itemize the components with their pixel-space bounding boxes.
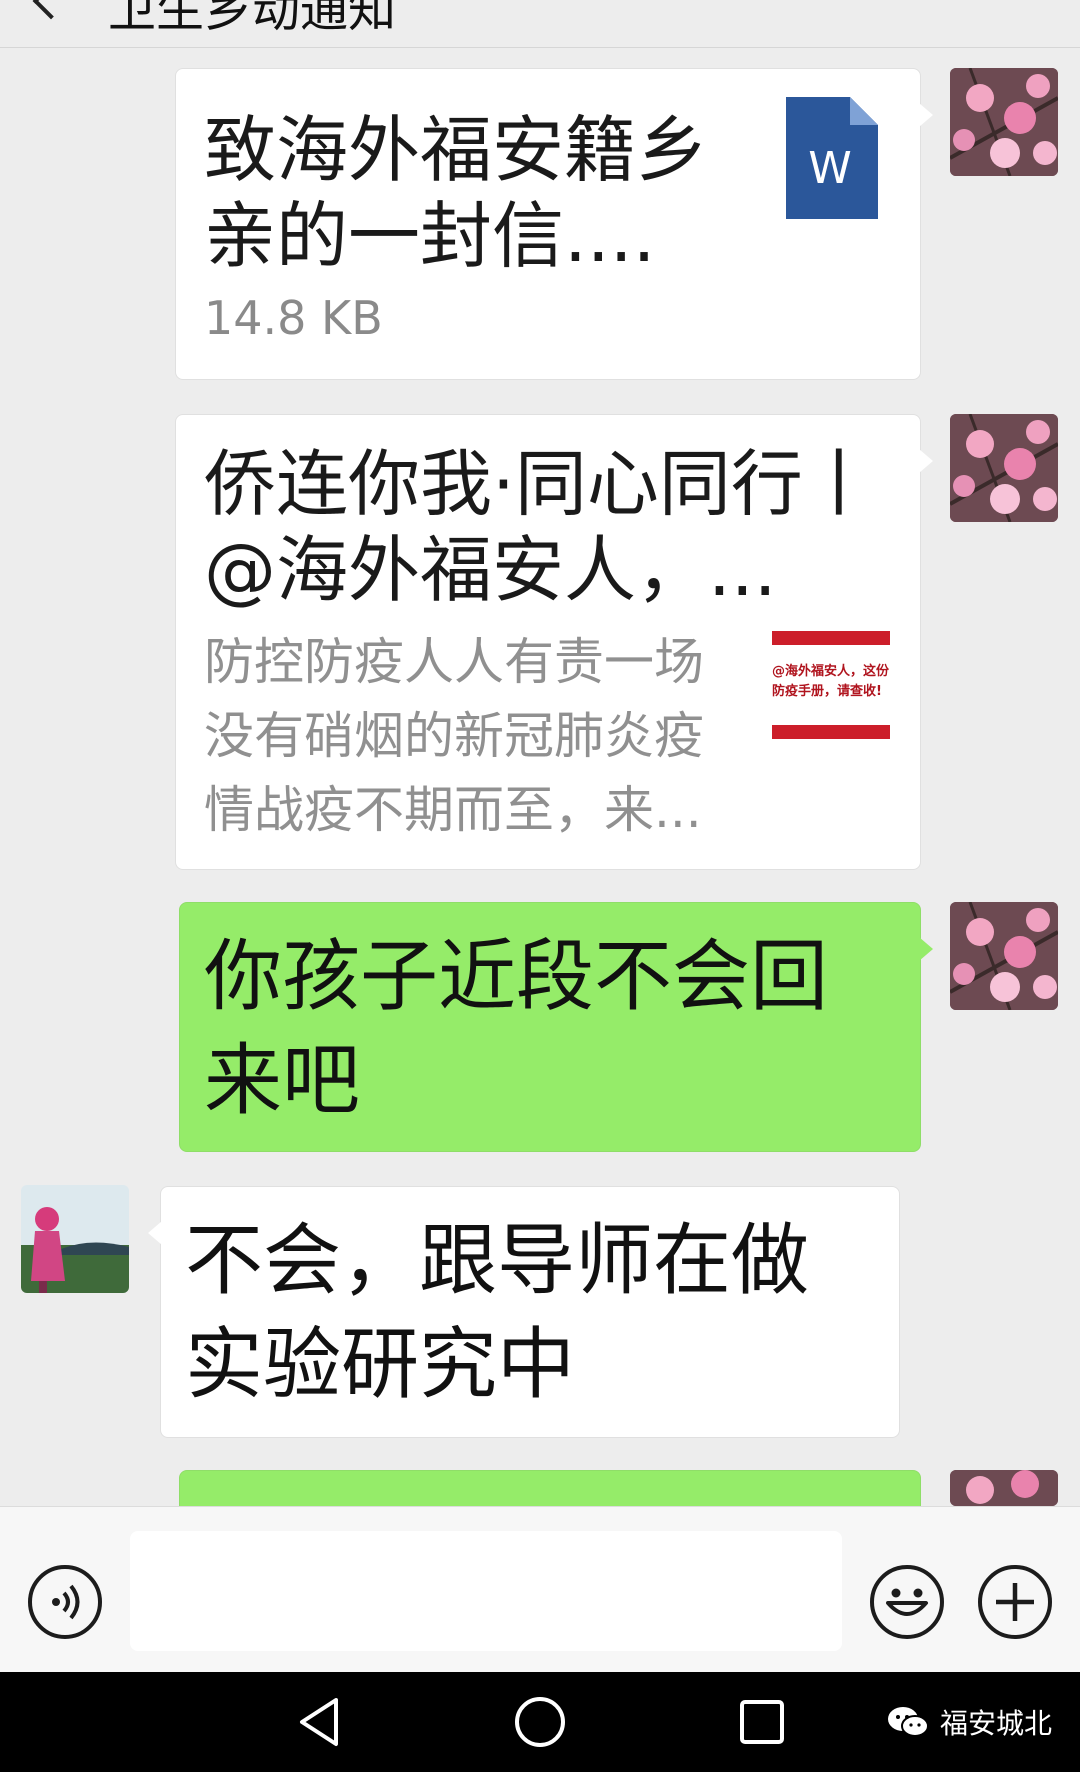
file-size: 14.8 KB: [204, 291, 383, 345]
emoji-icon[interactable]: [870, 1565, 944, 1639]
title-bar: 卫生乡动通知: [0, 0, 1080, 48]
file-message-card[interactable]: 致海外福安籍乡亲的一封信.... 14.8 KB W: [175, 68, 933, 380]
wechat-official-account-icon: [888, 1707, 929, 1737]
message-text: 你孩子近段不会回来吧: [204, 932, 829, 1126]
back-arrow-icon[interactable]: [32, 0, 70, 20]
svg-text:@海外福安人，这份: @海外福安人，这份: [772, 663, 890, 679]
avatar[interactable]: [950, 414, 1058, 522]
nav-back-icon[interactable]: [292, 1694, 348, 1750]
plus-icon[interactable]: [978, 1565, 1052, 1639]
voice-icon[interactable]: [28, 1565, 102, 1639]
file-name: 致海外福安籍乡亲的一封信....: [204, 108, 709, 278]
link-description: 防控防疫人人有责一场没有硝烟的新冠肺炎疫情战疫不期而至，来...: [204, 633, 704, 839]
link-thumbnail: @海外福安人，这份 防疫手册，请查收!: [770, 625, 894, 749]
svg-text:防疫手册，请查收!: 防疫手册，请查收!: [772, 683, 882, 699]
link-message-card[interactable]: 侨连你我·同心同行丨@海外福安人，... 防控防疫人人有责一场没有硝烟的新冠肺炎…: [175, 414, 933, 870]
watermark: 福安城北: [886, 1698, 1052, 1746]
chat-title: 卫生乡动通知: [108, 0, 397, 38]
avatar[interactable]: [950, 1470, 1058, 1506]
system-navigation-bar: 福安城北: [0, 1672, 1080, 1772]
avatar[interactable]: [21, 1185, 129, 1293]
message-text: 不会，跟导师在做实验研究中: [185, 1216, 810, 1410]
input-bar: [0, 1506, 1080, 1672]
word-doc-icon: W: [786, 97, 878, 219]
message-bubble-self[interactable]: 你孩子近段不会回来吧: [179, 902, 933, 1152]
message-input[interactable]: [130, 1531, 842, 1651]
avatar[interactable]: [950, 68, 1058, 176]
message-bubble-other[interactable]: 不会，跟导师在做实验研究中: [148, 1186, 900, 1438]
nav-home-icon[interactable]: [512, 1694, 568, 1750]
watermark-text: 福安城北: [940, 1707, 1053, 1740]
svg-text:W: W: [808, 143, 852, 194]
link-title: 侨连你我·同心同行丨@海外福安人，...: [204, 442, 875, 612]
avatar[interactable]: [950, 902, 1058, 1010]
nav-recent-apps-icon[interactable]: [734, 1694, 790, 1750]
